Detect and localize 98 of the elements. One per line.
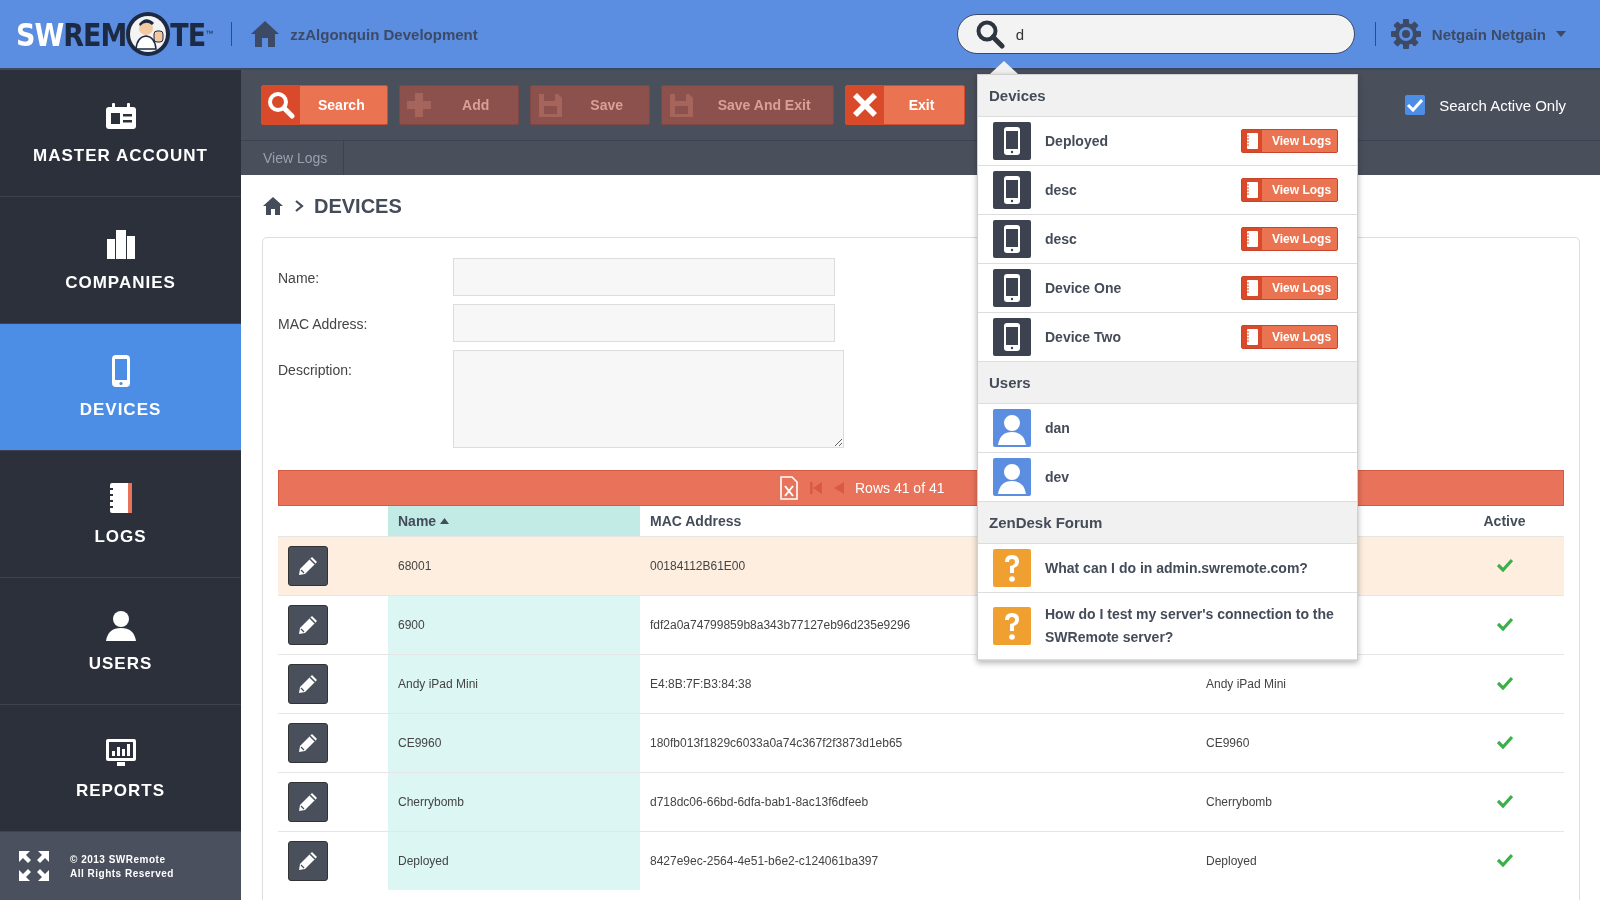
result-label: What can I do in admin.swremote.com?: [1045, 558, 1309, 578]
table-cell: 8427e9ec-2564-4e51-b6e2-c124061ba397: [650, 854, 879, 868]
popover-arrow: [990, 61, 1018, 74]
plus-icon: [404, 91, 433, 119]
sidebar-item[interactable]: USERS: [0, 578, 241, 705]
table-row[interactable]: Cherrybomb d718dc06-66bd-6dfa-bab1-8ac13f6dfeeb Cherrybomb: [278, 772, 1564, 832]
search-result-item[interactable]: Deployed View Logs: [978, 117, 1357, 166]
edit-button[interactable]: [288, 723, 328, 763]
excel-file-icon[interactable]: [779, 476, 799, 500]
result-label: dev: [1045, 467, 1071, 487]
search-result-item[interactable]: dan: [978, 404, 1357, 453]
description-field[interactable]: [453, 350, 844, 448]
caret-icon[interactable]: [1556, 31, 1566, 37]
expand-icon[interactable]: [18, 850, 50, 882]
search-result-item[interactable]: desc View Logs: [978, 166, 1357, 215]
result-label: Device One: [1045, 278, 1123, 298]
settings-icon[interactable]: [1389, 18, 1422, 50]
edit-button[interactable]: [288, 841, 328, 881]
copyright-text: © 2013 SWRemote: [70, 853, 167, 865]
search-result-item[interactable]: desc View Logs: [978, 215, 1357, 264]
notebook-icon: [1242, 179, 1262, 201]
notebook-icon: [1242, 228, 1262, 250]
sidebar-item[interactable]: LOGS: [0, 451, 241, 578]
table-cell: Deployed: [398, 854, 449, 868]
page-title: DEVICES: [314, 194, 402, 218]
result-label: Device Two: [1045, 327, 1122, 347]
input-field[interactable]: [453, 304, 835, 342]
phone-icon: [993, 171, 1031, 209]
table-cell: Andy iPad Mini: [398, 677, 479, 691]
checkbox-label[interactable]: Search Active Only: [1439, 96, 1566, 114]
search-field[interactable]: d: [956, 14, 1355, 54]
section-header: Users: [978, 362, 1357, 404]
table-cell: CE9960: [398, 736, 442, 750]
edit-button[interactable]: [288, 546, 328, 586]
pencil-icon: [297, 732, 319, 754]
phone-icon: [993, 318, 1031, 356]
phone-icon: [993, 269, 1031, 307]
column-header[interactable]: Active: [1446, 506, 1564, 537]
input-field[interactable]: [453, 258, 835, 296]
pencil-icon: [297, 850, 319, 872]
table-row[interactable]: CE9960 180fb013f1829c6033a0a74c367f2f3873d1eb65 CE9960: [278, 713, 1564, 773]
pencil-icon: [297, 614, 319, 636]
pencil-icon: [297, 673, 319, 695]
table-cell: fdf2a0a74799859b8a343b77127eb96d235e9296: [650, 618, 911, 632]
notebook-icon: [1242, 326, 1262, 348]
table-cell: 00184112B61E00: [650, 559, 746, 573]
result-label: Deployed: [1045, 131, 1109, 151]
pencil-icon: [297, 791, 319, 813]
logo-text: SW: [16, 15, 64, 53]
search-icon: [267, 91, 295, 119]
table-cell: 6900: [398, 618, 425, 632]
search-result-item[interactable]: How do I test my server's connection to the SWRemote server?: [978, 593, 1357, 660]
edit-button[interactable]: [288, 605, 328, 645]
field-label: MAC Address:: [278, 315, 368, 332]
result-label: dan: [1045, 418, 1071, 438]
edit-button[interactable]: [288, 664, 328, 704]
table-cell: Andy iPad Mini: [1206, 677, 1287, 691]
table-cell: E4:8B:7F:B3:84:38: [650, 677, 752, 691]
column-header[interactable]: MAC Address: [650, 513, 742, 529]
table-cell: Cherrybomb: [1206, 795, 1273, 809]
phone-icon: [993, 122, 1031, 160]
column-header[interactable]: Name: [388, 506, 640, 537]
notebook-icon: [1242, 277, 1262, 299]
field-label: Name:: [278, 269, 320, 286]
home-icon[interactable]: [262, 196, 284, 216]
logo-text: TE: [170, 15, 206, 53]
question-icon: [993, 549, 1031, 587]
sidebar-item[interactable]: MASTER ACCOUNT: [0, 70, 241, 197]
search-result-item[interactable]: What can I do in admin.swremote.com?: [978, 544, 1357, 593]
question-icon: [993, 607, 1031, 645]
user-icon: [103, 608, 138, 642]
result-label: desc: [1045, 180, 1078, 200]
edit-button[interactable]: [288, 782, 328, 822]
section-header: ZenDesk Forum: [978, 502, 1357, 544]
chevron-icon: [294, 200, 304, 212]
table-cell: 180fb013f1829c6033a0a74c367f2f3873d1eb65: [650, 736, 903, 750]
table-cell: CE9960: [1206, 736, 1250, 750]
result-label: desc: [1045, 229, 1078, 249]
user-icon: [993, 458, 1031, 496]
mascot-drawing: [125, 11, 172, 57]
search-result-item[interactable]: Device Two View Logs: [978, 313, 1357, 362]
result-label: How do I test my server's connection to the SWRemote server?: [1045, 605, 1335, 647]
user-icon: [993, 409, 1031, 447]
trademark-mark: ™: [205, 29, 214, 38]
notebook-icon: [1242, 130, 1262, 152]
table-row[interactable]: Deployed 8427e9ec-2564-4e51-b6e2-c124061ba397 Deployed: [278, 831, 1564, 890]
checkbox[interactable]: [1405, 95, 1426, 115]
field-label: Description:: [278, 361, 352, 378]
copyright-text: All Rights Reserved: [70, 867, 174, 879]
search-result-item[interactable]: Device One View Logs: [978, 264, 1357, 313]
phone-icon: [993, 220, 1031, 258]
table-cell: Deployed: [1206, 854, 1257, 868]
logo-text: REM: [63, 15, 127, 53]
table-cell: d718dc06-66bd-6dfa-bab1-8ac13f6dfeeb: [650, 795, 869, 809]
row-count: Rows 41 of 41: [855, 480, 945, 496]
table-cell: 68001: [398, 559, 432, 573]
pencil-icon: [297, 555, 319, 577]
table-cell: Cherrybomb: [398, 795, 465, 809]
